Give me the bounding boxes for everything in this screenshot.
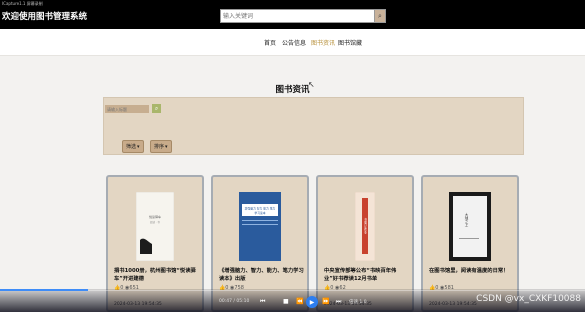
- search-button[interactable]: ⌕: [374, 10, 385, 22]
- book-cover: 悦读驿车 阅读 · 书: [108, 192, 202, 261]
- video-progress-track[interactable]: [0, 290, 585, 291]
- filter-search-button[interactable]: ⌕: [152, 104, 161, 113]
- cover-title-text: 书映百年伟业: [364, 217, 367, 234]
- fast-forward-icon[interactable]: ⏩: [322, 298, 329, 305]
- card-title: 在图书馆里，阅读有温度的日常！: [429, 268, 509, 274]
- cover-subtitle-text: 阅读 · 书: [150, 220, 160, 224]
- cover-subtitle-text: 学习读本: [254, 211, 265, 215]
- book-cover-image: 书映百年伟业: [355, 192, 375, 261]
- search-icon: ⌕: [154, 104, 159, 112]
- cover-title-text: 增强脑力 智力 能力 笔力: [245, 207, 276, 211]
- nav-item-home[interactable]: 首页: [264, 38, 276, 47]
- skip-back-icon[interactable]: ⏮: [260, 298, 265, 306]
- skip-forward-icon[interactable]: ⏭: [336, 298, 341, 306]
- playback-speed[interactable]: 倍速 1.0: [349, 299, 367, 305]
- play-button[interactable]: ▶: [306, 296, 318, 308]
- recorder-title: ICapture1.1 屏幕录制: [2, 1, 43, 6]
- book-cover: 增强脑力 智力 能力 笔力 学习读本: [213, 192, 307, 261]
- watermark: CSDN @vx_CXKF10088: [476, 294, 581, 304]
- filter-panel: ⌕ 筛选 ▾ 排序 ▾: [103, 97, 524, 155]
- video-time: 00:47 / 05:10: [219, 299, 250, 304]
- video-progress-fill: [0, 289, 88, 291]
- chevron-down-icon: ▾: [137, 143, 140, 150]
- search-input[interactable]: [223, 10, 373, 22]
- main-nav: 首页 公告信息 图书资讯 图书馆藏: [0, 29, 585, 55]
- rewind-icon[interactable]: ⏪: [296, 298, 303, 305]
- search-icon: ⌕: [378, 11, 382, 20]
- title-filter-input[interactable]: [105, 105, 149, 113]
- divider: [0, 55, 585, 56]
- filter-label: 筛选: [126, 144, 137, 150]
- play-icon: ▶: [309, 298, 315, 306]
- book-cover-image: 增强脑力 智力 能力 笔力 学习读本: [239, 192, 281, 261]
- search-box: ⌕: [220, 9, 386, 23]
- cover-title-text: 大地之上: [464, 212, 469, 227]
- card-title: 中央宣传部等公布“书映百年伟业”好书荐读12月书单: [324, 268, 397, 282]
- card-title: 《增强脑力、智力、能力、笔力学习读本》出版: [219, 268, 304, 282]
- book-cover-image: 悦读驿车 阅读 · 书: [136, 192, 174, 261]
- book-cover: 大地之上: [423, 192, 517, 261]
- sort-label: 排序: [154, 144, 165, 150]
- cover-title-text: 悦读驿车: [149, 214, 161, 219]
- filter-dropdown[interactable]: 筛选 ▾: [122, 140, 144, 153]
- top-bar: ICapture1.1 屏幕录制 欢迎使用图书管理系统 ⌕: [0, 0, 585, 29]
- app-title: 欢迎使用图书管理系统: [2, 12, 88, 22]
- nav-item-book-collection[interactable]: 图书馆藏: [338, 38, 362, 47]
- card-title: 捐书1000册，杭州图书馆“悦读驿车”开进建德: [114, 268, 196, 282]
- chevron-down-icon: ▾: [165, 143, 168, 150]
- sort-dropdown[interactable]: 排序 ▾: [150, 140, 172, 153]
- stop-icon[interactable]: ■: [283, 298, 289, 305]
- book-cover-image: 大地之上: [449, 192, 491, 261]
- mouse-cursor-icon: ↖: [308, 80, 315, 89]
- nav-item-announcements[interactable]: 公告信息: [282, 38, 306, 47]
- nav-item-book-news[interactable]: 图书资讯: [311, 38, 335, 47]
- page-title: 图书资讯: [275, 85, 310, 95]
- book-cover: 书映百年伟业: [318, 192, 412, 261]
